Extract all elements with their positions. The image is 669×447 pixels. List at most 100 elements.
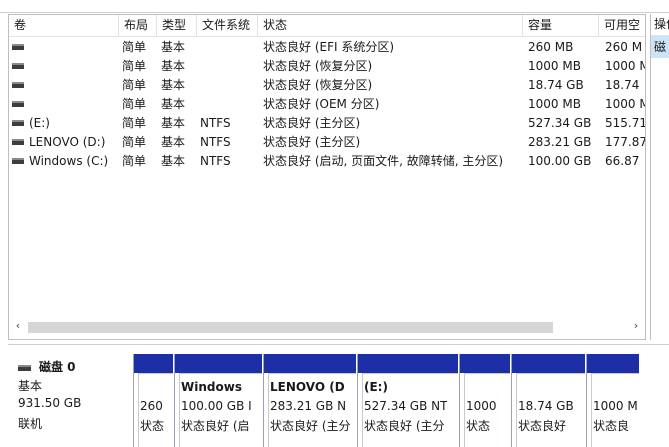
volume-cell: (E:) [12, 114, 117, 133]
capacity-cell: 1000 MB [528, 97, 581, 111]
partition-efi[interactable]: 260 状态 [133, 354, 173, 447]
free-space-cell: 177.87 [605, 135, 646, 149]
table-row[interactable]: Windows (C:) 简单 基本 NTFS 状态良好 (启动, 页面文件, … [9, 152, 645, 171]
column-header-row: 卷 布局 类型 文件系统 状态 容量 可用空 [9, 15, 645, 37]
layout-cell: 简单 [122, 40, 147, 54]
volume-cell [12, 95, 117, 114]
partition-name: Windows [181, 380, 242, 394]
status-cell: 状态良好 (启动, 页面文件, 故障转储, 主分区) [263, 154, 504, 168]
filesystem-cell [200, 57, 256, 76]
scroll-right-arrow-icon[interactable]: › [629, 319, 643, 333]
volume-icon [12, 119, 24, 126]
layout-cell: 简单 [122, 116, 147, 130]
partition-bar [134, 354, 173, 373]
volume-icon [12, 81, 24, 88]
layout-cell: 简单 [122, 154, 147, 168]
capacity-cell: 527.34 GB [528, 116, 592, 130]
layout-cell: 简单 [122, 59, 147, 73]
disk-map-pane: 磁盘 0 基本 931.50 GB 联机 260 状态 Windows 100.… [8, 344, 669, 447]
partition-size: 100.00 GB I [181, 399, 252, 413]
type-cell: 基本 [161, 135, 186, 149]
layout-cell: 简单 [122, 97, 147, 111]
capacity-cell: 260 MB [528, 40, 574, 54]
volume-icon [12, 43, 24, 50]
filesystem-cell [200, 38, 256, 57]
disk-type: 基本 [18, 379, 43, 393]
status-cell: 状态良好 (EFI 系统分区) [263, 40, 395, 54]
status-cell: 状态良好 (恢复分区) [263, 59, 373, 73]
partition-oem[interactable]: 1000 M 状态良 [586, 354, 639, 447]
layout-cell: 简单 [122, 135, 147, 149]
type-cell: 基本 [161, 78, 186, 92]
volume-cell: LENOVO (D:) [12, 133, 117, 152]
column-header-layout[interactable]: 布局 [119, 15, 157, 36]
volume-list-pane: 卷 布局 类型 文件系统 状态 容量 可用空 简单 基本 状态良好 (EFI 系… [8, 14, 646, 340]
partition-name: (E:) [364, 380, 388, 394]
partition-size: 527.34 GB NT [364, 399, 448, 413]
disk-name: 磁盘 0 [39, 360, 76, 374]
partition-bar [358, 354, 458, 373]
capacity-cell: 1000 MB [528, 59, 581, 73]
table-row[interactable]: 简单 基本 状态良好 (恢复分区) 18.74 GB 18.74 [9, 76, 645, 95]
partition-recovery-2[interactable]: 18.74 GB 状态良好 [511, 354, 585, 447]
partition-size: 18.74 GB [518, 399, 574, 413]
filesystem-cell [200, 95, 256, 114]
partition-status: 状态良好 (主分 [364, 419, 445, 433]
partition-size: 1000 [466, 399, 497, 413]
volume-icon [12, 157, 24, 164]
partition-lenovo-d[interactable]: LENOVO (D 283.21 GB N 状态良好 (主分 [263, 354, 356, 447]
column-header-type[interactable]: 类型 [157, 15, 197, 36]
column-header-filesystem[interactable]: 文件系统 [197, 15, 258, 36]
type-cell: 基本 [161, 40, 186, 54]
disk-info-panel[interactable]: 磁盘 0 基本 931.50 GB 联机 [10, 345, 128, 447]
capacity-cell: 100.00 GB [528, 154, 592, 168]
table-row[interactable]: 简单 基本 状态良好 (恢复分区) 1000 MB 1000 M [9, 57, 645, 76]
partition-bar [512, 354, 585, 373]
type-cell: 基本 [161, 59, 186, 73]
type-cell: 基本 [161, 97, 186, 111]
partition-e[interactable]: (E:) 527.34 GB NT 状态良好 (主分 [357, 354, 458, 447]
partition-status: 状态良好 (主分 [270, 419, 351, 433]
filesystem-cell: NTFS [200, 154, 231, 168]
table-row[interactable]: 简单 基本 状态良好 (OEM 分区) 1000 MB 1000 M [9, 95, 645, 114]
actions-header: 操作 [651, 14, 669, 36]
filesystem-cell: NTFS [200, 135, 231, 149]
table-row[interactable]: LENOVO (D:) 简单 基本 NTFS 状态良好 (主分区) 283.21… [9, 133, 645, 152]
table-row[interactable]: (E:) 简单 基本 NTFS 状态良好 (主分区) 527.34 GB 515… [9, 114, 645, 133]
partition-bar [587, 354, 639, 373]
free-space-cell: 515.71 [605, 116, 646, 130]
partition-bar [460, 354, 510, 373]
action-item-disk-management[interactable]: 磁 [651, 36, 669, 58]
partition-bar [175, 354, 262, 373]
scrollbar-thumb[interactable] [28, 322, 553, 333]
partition-status: 状态良好 [518, 419, 567, 433]
partition-size: 283.21 GB N [270, 399, 347, 413]
scroll-left-arrow-icon[interactable]: ‹ [11, 319, 25, 333]
filesystem-cell: NTFS [200, 116, 231, 130]
partition-windows-c[interactable]: Windows 100.00 GB I 状态良好 (启 [174, 354, 262, 447]
volume-icon [12, 100, 24, 107]
type-cell: 基本 [161, 116, 186, 130]
partition-bar [264, 354, 356, 373]
table-row[interactable]: 简单 基本 状态良好 (EFI 系统分区) 260 MB 260 M [9, 38, 645, 57]
disk-status: 联机 [18, 417, 43, 431]
capacity-cell: 283.21 GB [528, 135, 592, 149]
partition-size: 260 [140, 399, 163, 413]
status-cell: 状态良好 (OEM 分区) [263, 97, 380, 111]
column-header-capacity[interactable]: 容量 [523, 15, 599, 36]
free-space-cell: 1000 M [605, 59, 646, 73]
free-space-cell: 66.87 [605, 154, 640, 168]
column-header-free-space[interactable]: 可用空 [599, 15, 645, 36]
horizontal-scrollbar[interactable]: ‹ › [9, 319, 645, 333]
free-space-cell: 18.74 [605, 78, 640, 92]
column-header-status[interactable]: 状态 [258, 15, 523, 36]
capacity-cell: 18.74 GB [528, 78, 584, 92]
actions-pane: 操作 磁 [650, 14, 669, 340]
partition-status: 状态 [140, 419, 165, 433]
status-cell: 状态良好 (主分区) [263, 135, 361, 149]
partition-status: 状态 [466, 419, 491, 433]
status-cell: 状态良好 (恢复分区) [263, 78, 373, 92]
column-header-volume[interactable]: 卷 [9, 15, 119, 36]
disk-size: 931.50 GB [18, 396, 82, 410]
partition-recovery-1[interactable]: 1000 状态 [459, 354, 510, 447]
